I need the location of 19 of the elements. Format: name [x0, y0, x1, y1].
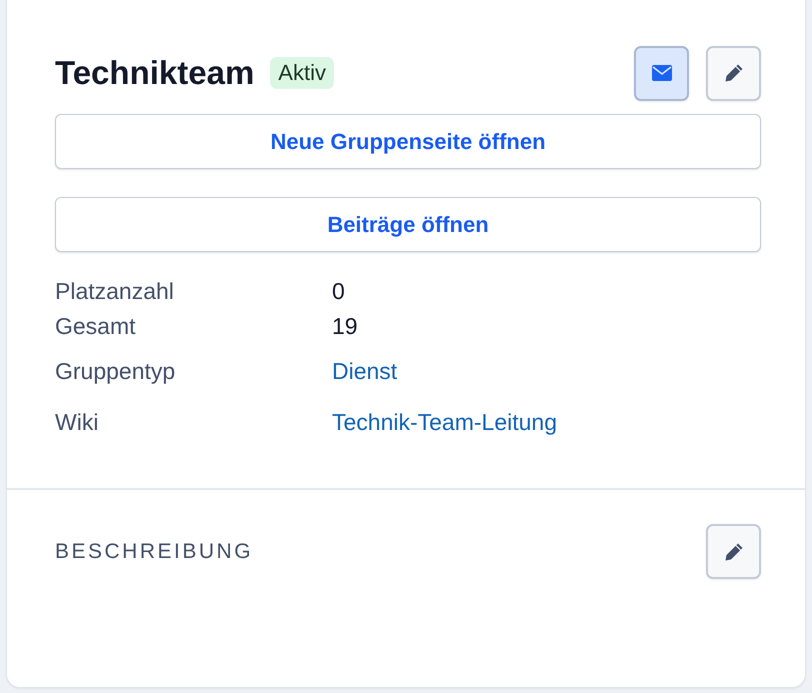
field-link[interactable]: Dienst: [332, 358, 761, 385]
open-button[interactable]: Beiträge öffnen: [55, 197, 761, 252]
field-label: Platzanzahl: [55, 278, 175, 305]
pencil-icon: [724, 542, 742, 560]
field-link[interactable]: Technik-Team-Leitung: [332, 409, 761, 436]
field-label: Gruppentyp: [55, 358, 176, 385]
envelope-icon: [652, 65, 672, 81]
mail-button[interactable]: [634, 46, 689, 100]
open-button[interactable]: Neue Gruppenseite öffnen: [55, 114, 761, 169]
edit-button[interactable]: [706, 524, 761, 579]
field-value: 0: [332, 278, 346, 305]
field-value: 19: [332, 313, 359, 340]
section-heading: BESCHREIBUNG: [55, 540, 254, 564]
edit-button[interactable]: [706, 46, 761, 100]
status-badge: Aktiv: [270, 57, 334, 89]
field-label: Wiki: [55, 409, 100, 436]
pencil-icon: [724, 64, 742, 82]
field-label: Gesamt: [55, 313, 137, 340]
group-title: Technikteam: [55, 54, 254, 92]
